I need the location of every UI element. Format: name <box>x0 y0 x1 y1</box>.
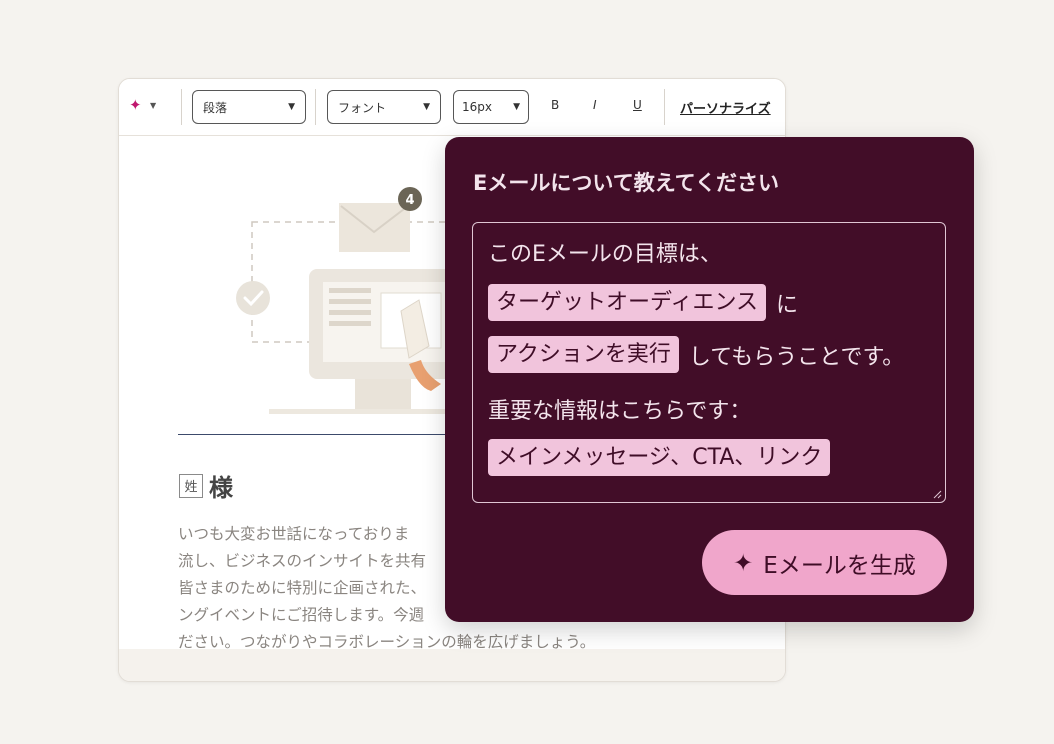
caret-down-icon: ▼ <box>513 102 520 112</box>
generate-email-button[interactable]: ✦ Eメールを生成 <box>702 530 947 595</box>
caret-down-icon: ▼ <box>288 102 295 112</box>
paragraph-style-select[interactable]: 段落 ▼ <box>192 90 306 124</box>
prompt-text: してもらうことです。 <box>688 344 905 370</box>
bold-button[interactable]: B <box>551 98 559 112</box>
salutation-heading: 姓 様 <box>179 468 233 503</box>
prompt-line: ターゲットオーディエンス に <box>488 284 798 321</box>
prompt-line: メインメッセージ、CTA、リンク <box>488 439 831 476</box>
resize-handle-icon[interactable] <box>932 489 942 499</box>
editor-footer <box>119 649 785 681</box>
prompt-line: このEメールの目標は、 <box>488 236 722 268</box>
underline-button[interactable]: U <box>633 98 642 112</box>
panel-title: Eメールについて教えてください <box>473 171 780 195</box>
personalize-link[interactable]: パーソナライズ <box>680 98 771 117</box>
caret-down-icon: ▼ <box>423 102 430 112</box>
prompt-line: 重要な情報はこちらです： <box>488 393 751 425</box>
sparkle-icon: ✦ <box>733 548 754 577</box>
font-select[interactable]: フォント ▼ <box>327 90 441 124</box>
toolbar-divider <box>664 89 665 125</box>
ai-email-prompt-panel: Eメールについて教えてください このEメールの目標は、 ターゲットオーディエンス… <box>445 137 974 622</box>
salutation-text: 様 <box>209 474 233 502</box>
prompt-text: に <box>776 292 799 318</box>
italic-button[interactable]: I <box>593 98 597 112</box>
generate-email-label: Eメールを生成 <box>763 552 916 579</box>
badge-count: 4 <box>405 193 414 208</box>
last-name-token[interactable]: 姓 <box>179 473 203 498</box>
prompt-line: アクションを実行 してもらうことです。 <box>488 336 904 373</box>
sparkle-icon[interactable]: ✦ <box>129 96 142 114</box>
prompt-textarea[interactable]: このEメールの目標は、 ターゲットオーディエンス に アクションを実行 してもら… <box>472 222 946 503</box>
envelope-icon <box>339 203 410 252</box>
font-label: フォント <box>338 100 387 115</box>
chevron-down-icon[interactable]: ▼ <box>150 101 156 110</box>
audience-chip[interactable]: ターゲットオーディエンス <box>488 284 767 321</box>
font-size-label: 16px <box>462 100 492 114</box>
prompt-text: 重要な情報はこちらです： <box>488 399 752 424</box>
action-chip[interactable]: アクションを実行 <box>488 336 679 373</box>
toolbar-divider <box>315 89 316 125</box>
key-info-chip[interactable]: メインメッセージ、CTA、リンク <box>488 439 831 476</box>
toolbar-divider <box>181 89 182 125</box>
paragraph-style-label: 段落 <box>203 100 228 115</box>
prompt-text: このEメールの目標は、 <box>488 242 722 267</box>
font-size-select[interactable]: 16px ▼ <box>453 90 529 124</box>
check-circle-icon <box>236 281 270 315</box>
editor-toolbar: ✦ ▼ 段落 ▼ フォント ▼ 16px ▼ B I U パーソナライズ <box>119 79 785 136</box>
